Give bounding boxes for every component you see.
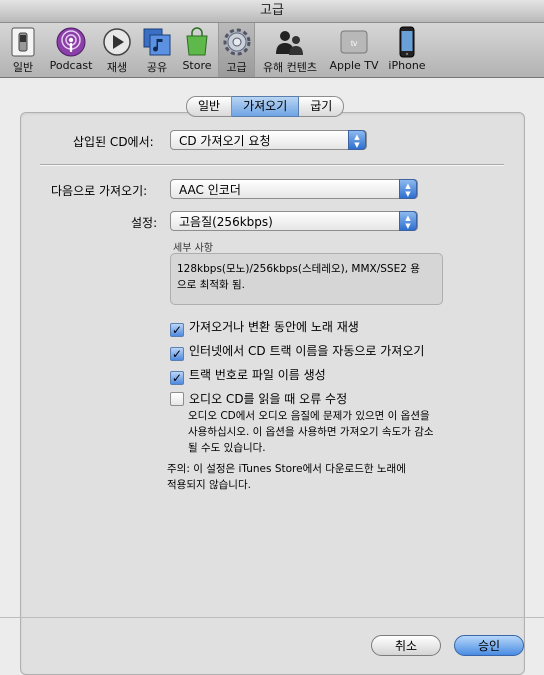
play-while-importing-checkbox[interactable]: ✓ 가져오거나 변환 동안에 노래 재생 [170, 318, 359, 337]
iphone-icon [399, 26, 415, 58]
error-correction-checkbox[interactable]: 오디오 CD를 읽을 때 오류 수정 [170, 390, 347, 406]
popup-arrows-icon: ▲ ▼ [399, 211, 417, 231]
window-title: 고급 [0, 0, 544, 23]
toolbar-playback[interactable]: 재생 [96, 23, 138, 77]
toolbar-podcast[interactable]: Podcast [46, 23, 96, 77]
advanced-gear-icon [223, 28, 250, 56]
toolbar-sharing[interactable]: 공유 [138, 23, 176, 77]
svg-text:tv: tv [351, 39, 357, 48]
parental-icon [276, 31, 303, 55]
checkmark-icon: ✓ [170, 323, 184, 337]
checkmark-icon: ✓ [170, 347, 184, 361]
toolbar-iphone[interactable]: iPhone [383, 23, 431, 77]
error-correction-description: 오디오 CD에서 오디오 음질에 문제가 있으면 이 옵션을 사용하십시오. 이… [188, 410, 434, 454]
sharing-icon [143, 28, 171, 56]
apple-tv-icon: tv [340, 30, 368, 54]
details-text-line-1: 128kbps(모노)/256kbps(스테레오), MMX/SSE2 용 [177, 263, 420, 275]
preferences-toolbar: 일반 Podcast 재생 공유 Store 고급 유해 컨텐츠 tv Appl… [0, 23, 544, 78]
popup-arrows-icon: ▲ ▼ [348, 130, 366, 150]
toolbar-general[interactable]: 일반 [0, 23, 46, 77]
import-using-label: 다음으로 가져오기: [51, 184, 148, 198]
store-note: 주의: 이 설정은 iTunes Store에서 다운로드한 노래에 적용되지 … [167, 463, 406, 491]
details-title: 세부 사항 [173, 243, 213, 254]
general-switch-icon [11, 27, 35, 57]
playback-icon [103, 28, 131, 56]
toolbar-store[interactable]: Store [176, 23, 218, 77]
toolbar-advanced[interactable]: 고급 [218, 23, 255, 77]
ok-button[interactable]: 승인 [454, 635, 524, 656]
details-text-line-2: 으로 최적화 됨. [177, 279, 245, 291]
cd-insert-value: CD 가져오기 요청 [179, 134, 271, 148]
section-divider [40, 164, 504, 166]
store-icon [186, 27, 208, 56]
cancel-button[interactable]: 취소 [371, 635, 441, 656]
setting-popup[interactable]: 고음질(256kbps) ▲ ▼ [170, 211, 418, 231]
empty-checkbox-icon [170, 392, 184, 406]
import-using-value: AAC 인코더 [179, 183, 241, 197]
tab-importing[interactable]: 가져오기 [232, 96, 300, 117]
setting-value: 고음질(256kbps) [179, 215, 273, 229]
cd-insert-popup[interactable]: CD 가져오기 요청 ▲ ▼ [170, 130, 367, 150]
bottom-separator [0, 617, 544, 618]
cd-insert-label: 삽입된 CD에서: [73, 135, 154, 149]
setting-label: 설정: [131, 216, 158, 230]
track-number-filenames-checkbox[interactable]: ✓ 트랙 번호로 파일 이름 생성 [170, 366, 326, 385]
import-using-popup[interactable]: AAC 인코더 ▲ ▼ [170, 179, 418, 199]
popup-arrows-icon: ▲ ▼ [399, 179, 417, 199]
tab-bar: 일반 가져오기 굽기 [186, 96, 345, 117]
details-box: 128kbps(모노)/256kbps(스테레오), MMX/SSE2 용 으로… [170, 253, 443, 305]
auto-cd-names-checkbox[interactable]: ✓ 인터넷에서 CD 트랙 이름을 자동으로 가져오기 [170, 342, 424, 361]
podcast-icon [56, 27, 86, 57]
tab-burning[interactable]: 굽기 [299, 96, 345, 117]
tab-general[interactable]: 일반 [186, 96, 233, 117]
checkmark-icon: ✓ [170, 371, 184, 385]
toolbar-apple-tv[interactable]: tv Apple TV [325, 23, 383, 77]
toolbar-parental[interactable]: 유해 컨텐츠 [255, 23, 325, 77]
